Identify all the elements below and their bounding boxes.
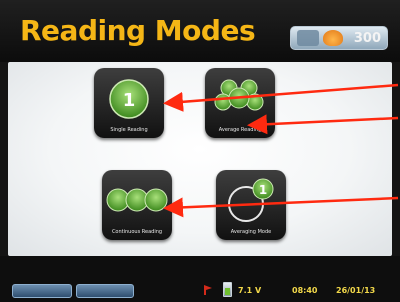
footer-button-left[interactable]	[12, 284, 72, 298]
footer-button-right[interactable]	[76, 284, 134, 298]
single-reading-label: Single Reading	[110, 127, 148, 133]
battery-icon	[223, 282, 232, 297]
averaging-mode-button[interactable]: 1 Averaging Mode	[216, 170, 286, 240]
device-screen: Reading Modes 300 1 Single Reading Avera…	[0, 0, 400, 302]
continuous-reading-button[interactable]: Continuous Reading	[102, 170, 172, 240]
modes-panel: 1 Single Reading Average Reading Continu…	[8, 62, 392, 256]
averaging-mode-glyph: 1	[259, 183, 267, 197]
averaging-mode-label: Averaging Mode	[230, 229, 272, 235]
average-reading-label: Average Reading	[218, 127, 262, 133]
average-reading-button[interactable]: Average Reading	[205, 68, 275, 138]
title-bar: Reading Modes 300	[0, 0, 400, 62]
time-readout: 08:40	[292, 286, 318, 295]
flame-icon	[323, 30, 343, 46]
single-reading-glyph: 1	[123, 90, 136, 111]
brand-number: 300	[353, 31, 381, 46]
page-title: Reading Modes	[20, 14, 256, 47]
brand-mark-icon	[297, 30, 319, 46]
single-reading-button[interactable]: 1 Single Reading	[94, 68, 164, 138]
brand-logo: 300	[290, 26, 388, 50]
location-pin-icon	[204, 285, 212, 295]
continuous-reading-label: Continuous Reading	[111, 229, 163, 235]
status-bar: 7.1 V 08:40 26/01/13	[0, 256, 400, 302]
date-readout: 26/01/13	[336, 286, 376, 295]
voltage-readout: 7.1 V	[238, 286, 262, 295]
